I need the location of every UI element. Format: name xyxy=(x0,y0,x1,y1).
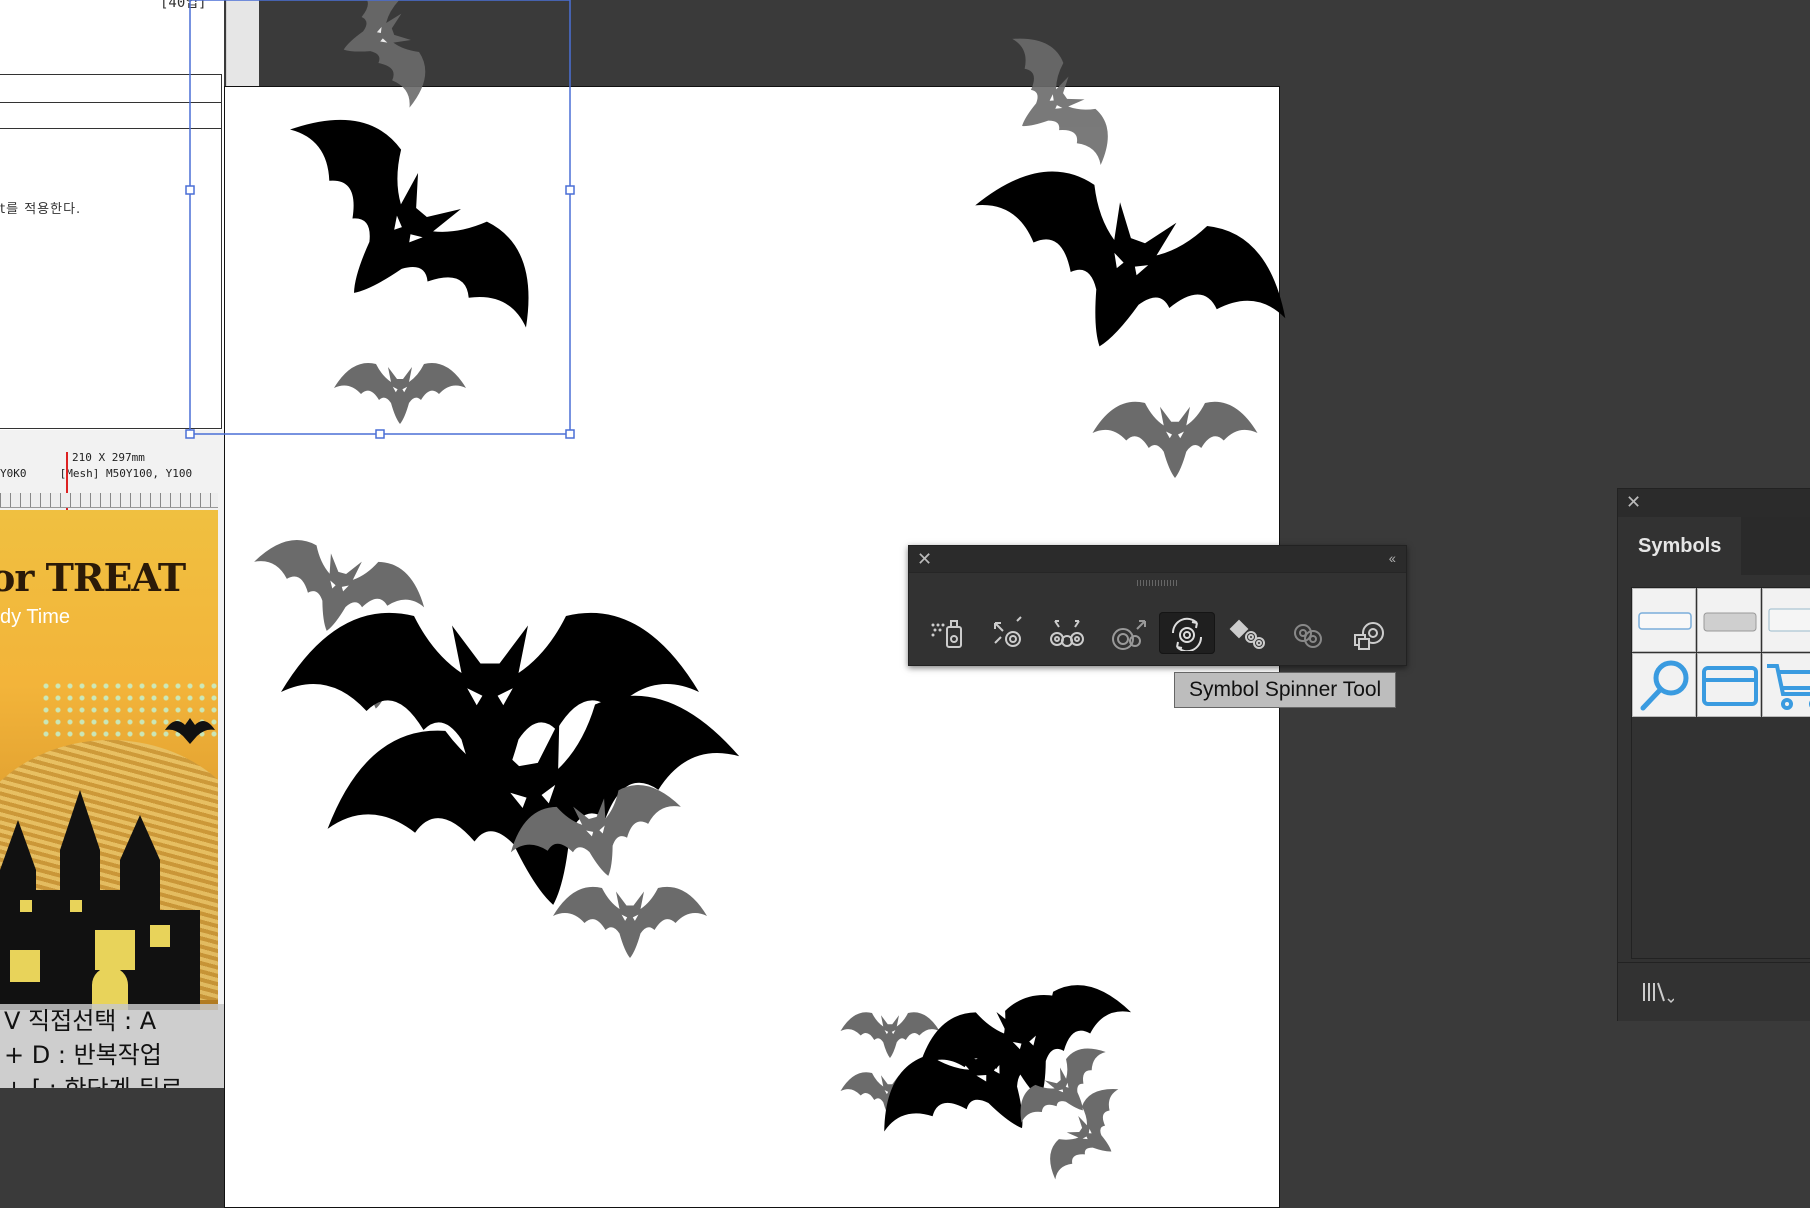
symbol-stainer-tool[interactable] xyxy=(1219,612,1275,654)
shifter-icon xyxy=(994,616,1022,647)
button-rounded-icon xyxy=(1638,612,1692,630)
gray-bat[interactable] xyxy=(1093,402,1258,478)
panel-header[interactable]: ✕ ‹‹ xyxy=(909,546,1406,573)
gray-bat[interactable] xyxy=(841,1012,940,1058)
symbols-grid xyxy=(1631,587,1810,959)
screener-icon xyxy=(1294,624,1322,648)
styler-icon xyxy=(1354,622,1384,650)
panel-grip[interactable] xyxy=(1137,580,1177,586)
symbol-screener-tool[interactable] xyxy=(1279,612,1335,654)
black-bat[interactable] xyxy=(944,147,1306,403)
canvas-artwork[interactable] xyxy=(0,0,1810,1206)
button-flat-icon xyxy=(1768,608,1810,632)
symbol-swatch[interactable] xyxy=(1762,653,1810,717)
tool-row xyxy=(919,612,1395,654)
collapse-icon[interactable]: ‹‹ xyxy=(1389,550,1396,566)
button-gradient-icon xyxy=(1703,612,1757,632)
tab-symbols[interactable]: Symbols xyxy=(1618,517,1741,575)
stainer-icon xyxy=(1229,619,1265,649)
tool-tooltip: Symbol Spinner Tool xyxy=(1174,672,1397,708)
gray-bat[interactable] xyxy=(553,887,707,958)
magnifier-icon xyxy=(1640,660,1689,711)
symbols-panel: ✕ Symbols xyxy=(1617,488,1810,1021)
symbol-swatch[interactable] xyxy=(1697,653,1761,717)
symbol-swatch[interactable] xyxy=(1632,653,1696,717)
gray-bat[interactable] xyxy=(334,363,466,424)
symbols-panel-header[interactable]: ✕ xyxy=(1618,489,1810,517)
symbol-scruncher-tool[interactable] xyxy=(1039,612,1095,654)
symbol-sizer-tool[interactable] xyxy=(1099,612,1155,654)
symbol-swatch[interactable] xyxy=(1697,588,1761,652)
symbol-swatch[interactable] xyxy=(1762,588,1810,652)
sizer-icon xyxy=(1112,620,1146,650)
cart-icon xyxy=(1767,664,1810,710)
close-icon[interactable]: ✕ xyxy=(1626,492,1641,512)
symbol-shifter-tool[interactable] xyxy=(979,612,1035,654)
spinner-icon xyxy=(1171,617,1203,651)
black-bat[interactable] xyxy=(236,85,563,392)
symbolism-tools-panel: ✕ ‹‹ xyxy=(908,545,1407,666)
sprayer-icon xyxy=(931,620,962,648)
gray-bat[interactable] xyxy=(978,22,1125,189)
symbol-spinner-tool[interactable] xyxy=(1159,612,1215,654)
symbol-swatch[interactable] xyxy=(1632,588,1696,652)
symbol-libraries-icon[interactable] xyxy=(1640,979,1674,1005)
close-icon[interactable]: ✕ xyxy=(917,549,932,569)
symbols-tab-bar: Symbols xyxy=(1618,517,1810,575)
symbol-styler-tool[interactable] xyxy=(1339,612,1395,654)
symbol-sprayer-tool[interactable] xyxy=(919,612,975,654)
credit-card-icon xyxy=(1702,666,1758,706)
gray-bat[interactable] xyxy=(317,0,437,122)
scruncher-icon xyxy=(1050,620,1084,647)
symbols-panel-footer xyxy=(1618,962,1810,1021)
